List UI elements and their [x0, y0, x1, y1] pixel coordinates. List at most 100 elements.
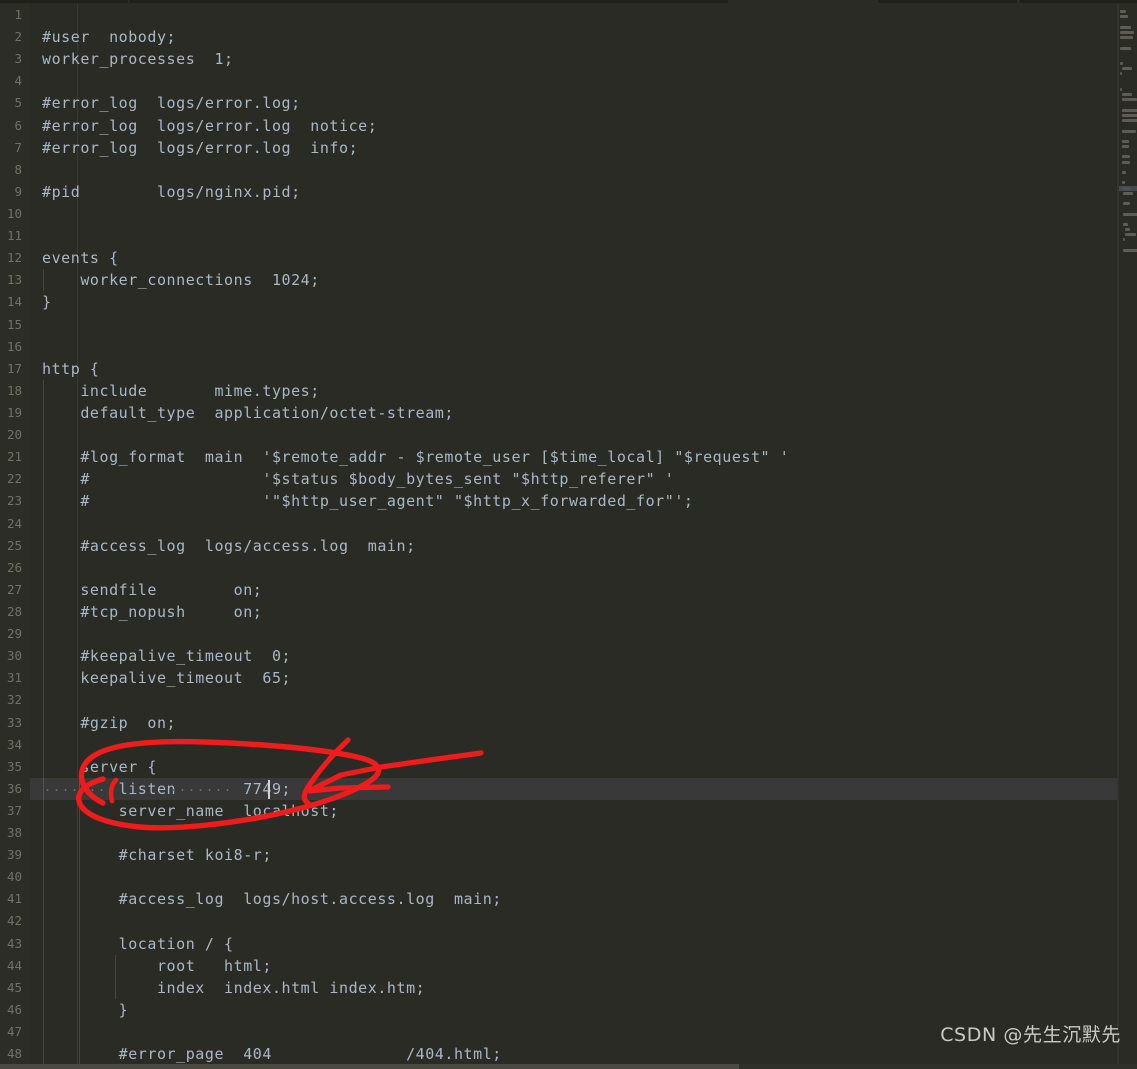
code-text-area[interactable]: #user nobody; worker_processes 1; #error_l… — [30, 4, 1118, 1066]
code-line-text: #pid logs/nginx.pid; — [42, 182, 301, 201]
code-line[interactable] — [30, 159, 1118, 181]
code-line[interactable]: #tcp_nopush on; — [30, 600, 1118, 624]
code-line[interactable]: } — [30, 291, 1118, 313]
code-line[interactable] — [30, 512, 1118, 535]
line-number: 19 — [6, 404, 22, 420]
code-line[interactable]: worker_connections 1024; — [30, 269, 1118, 292]
code-line[interactable]: #log_format main '$remote_addr - $remote… — [30, 446, 1118, 469]
code-line[interactable]: } — [30, 998, 1118, 1022]
minimap-code-block — [1120, 30, 1134, 34]
code-line[interactable]: #error_log logs/error.log notice; — [30, 115, 1118, 137]
minimap-code-block — [1121, 93, 1132, 97]
code-line[interactable]: default_type application/octet-stream; — [30, 401, 1118, 425]
indent-guide — [42, 623, 44, 646]
code-line[interactable]: # '"$http_user_agent" "$http_x_forwarded… — [30, 490, 1118, 513]
code-line-text: server { — [42, 757, 157, 776]
code-line[interactable]: index index.html index.htm; — [30, 976, 1118, 999]
code-line[interactable] — [30, 314, 1118, 336]
code-line-text: sendfile on; — [42, 580, 263, 599]
code-line[interactable] — [30, 336, 1118, 358]
code-line-text: #log_format main '$remote_addr - $remote… — [42, 448, 790, 467]
indent-guide — [42, 910, 44, 933]
code-line[interactable]: #user nobody; — [30, 26, 1118, 48]
code-line[interactable] — [30, 225, 1118, 247]
tab-edge-segment — [1020, 0, 1137, 3]
minimap-code-block — [1121, 139, 1130, 143]
code-line-text: # '$status $body_bytes_sent "$http_refer… — [42, 470, 675, 489]
code-line[interactable]: #access_log logs/access.log main; — [30, 534, 1118, 557]
minimap-code-block — [1120, 25, 1131, 29]
indent-guide — [42, 1021, 44, 1044]
line-number: 37 — [6, 802, 22, 818]
code-line[interactable] — [30, 733, 1118, 756]
code-line[interactable]: #error_log logs/error.log; — [30, 92, 1118, 114]
minimap-code-block — [1125, 233, 1137, 237]
code-minimap[interactable] — [1118, 4, 1137, 1069]
code-line-text: worker_processes 1; — [42, 50, 234, 69]
code-line[interactable] — [30, 623, 1118, 646]
line-number: 43 — [6, 935, 22, 951]
code-line[interactable] — [30, 689, 1118, 712]
tab-edge-segment — [878, 0, 1017, 3]
code-line[interactable]: listen 7749; — [30, 777, 1118, 800]
code-line[interactable]: sendfile on; — [30, 578, 1118, 601]
code-line[interactable] — [30, 556, 1118, 579]
code-line[interactable]: #gzip on; — [30, 711, 1118, 734]
line-number: 11 — [6, 228, 22, 244]
code-line[interactable]: #error_log logs/error.log info; — [30, 137, 1118, 159]
code-line[interactable] — [30, 203, 1118, 225]
minimap-code-block — [1120, 72, 1122, 76]
code-line[interactable]: worker_processes 1; — [30, 48, 1118, 70]
line-number: 30 — [6, 648, 22, 664]
minimap-code-block — [1121, 171, 1126, 174]
minimap-code-block — [1121, 98, 1137, 102]
code-line-text: #access_log logs/host.access.log main; — [42, 890, 502, 909]
line-number: 7 — [14, 139, 22, 155]
line-number: 22 — [6, 471, 22, 487]
code-line[interactable]: include mime.types; — [30, 379, 1118, 402]
code-line[interactable]: keepalive_timeout 65; — [30, 667, 1118, 690]
line-number: 31 — [6, 670, 22, 686]
code-line[interactable]: server { — [30, 755, 1118, 778]
code-line[interactable] — [30, 866, 1118, 889]
minimap-code-block — [1121, 108, 1137, 112]
code-line-text: } — [42, 1000, 129, 1019]
code-line[interactable]: server_name localhost; — [30, 799, 1118, 823]
minimap-code-block — [1121, 181, 1125, 185]
code-line[interactable]: #keepalive_timeout 0; — [30, 645, 1118, 668]
line-number: 44 — [6, 957, 22, 973]
indent-guide — [42, 822, 44, 845]
indent-guide — [42, 512, 44, 535]
minimap-code-block — [1123, 202, 1130, 206]
code-line[interactable]: http { — [30, 358, 1118, 380]
line-number: 14 — [6, 294, 22, 310]
code-line[interactable]: #pid logs/nginx.pid; — [30, 181, 1118, 203]
line-number: 15 — [6, 316, 22, 332]
code-line[interactable] — [30, 70, 1118, 92]
code-line-text: http { — [42, 359, 100, 378]
code-line[interactable] — [30, 822, 1118, 845]
line-number: 13 — [6, 272, 22, 288]
horizontal-scrollbar-thumb[interactable] — [0, 1064, 740, 1069]
code-line-text: # '"$http_user_agent" "$http_x_forwarded… — [42, 492, 694, 511]
code-line[interactable]: events { — [30, 247, 1118, 269]
indent-guide — [42, 424, 44, 447]
code-line[interactable]: # '$status $body_bytes_sent "$http_refer… — [30, 468, 1118, 491]
code-line-text: #tcp_nopush on; — [42, 602, 263, 621]
line-number: 10 — [6, 205, 22, 221]
code-line[interactable] — [30, 424, 1118, 447]
whitespace-marker — [43, 788, 113, 791]
code-line[interactable]: root html; — [30, 954, 1118, 977]
line-number: 17 — [6, 360, 22, 376]
code-line[interactable] — [30, 910, 1118, 933]
horizontal-scrollbar[interactable] — [0, 1064, 1137, 1069]
minimap-code-block — [1120, 62, 1124, 66]
code-line[interactable]: location / { — [30, 932, 1118, 955]
code-line[interactable]: #access_log logs/host.access.log main; — [30, 888, 1118, 911]
code-line[interactable] — [30, 4, 1118, 26]
line-number: 9 — [14, 183, 22, 199]
minimap-code-block — [1121, 119, 1137, 123]
code-line[interactable]: #charset koi8-r; — [30, 844, 1118, 867]
indent-guide — [42, 866, 44, 889]
code-line-text: #gzip on; — [42, 713, 177, 732]
